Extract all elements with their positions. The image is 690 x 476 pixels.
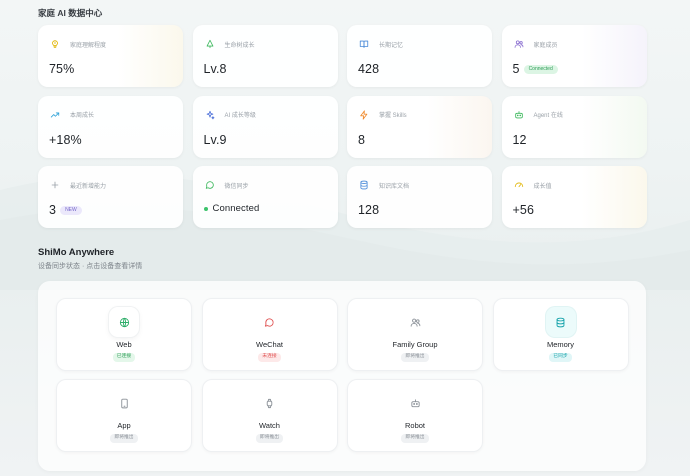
stat-label: 知识库文档 [379,183,410,190]
device-name: Robot [404,421,425,430]
robot-icon [513,109,525,121]
stat-card-weekly[interactable]: 本周成长 +18% [38,95,183,158]
stat-label: 本周成长 [70,113,95,119]
stat-card-skills[interactable]: 掌握 Skills 8 [347,95,492,158]
stat-label: Agent 在线 [533,113,563,119]
plus-icon [49,179,61,191]
globe-icon [109,307,139,337]
trend-up-icon [49,109,61,121]
phone-icon [109,388,139,418]
anywhere-title: ShiMo Anywhere [38,247,115,258]
device-status-badge: 已连接 [112,353,136,362]
stat-label: AI 成长等级 [224,113,256,119]
device-status-badge: 即将推出 [401,353,429,362]
stat-value: Lv.9 [203,132,227,147]
stat-label: 生命树成长 [224,42,255,49]
device-status-badge: 即将推出 [401,434,429,443]
book-icon [358,38,370,50]
database-icon [358,179,370,191]
device-status-badge: 已同步 [549,353,572,362]
anywhere-subtitle: 设备同步状态 · 点击设备查看详情 [38,263,143,270]
page-title: 家庭 AI 数据中心 [38,8,103,18]
sparkle-icon [204,109,216,121]
stat-value: +18% [49,132,82,147]
database-icon [545,307,576,337]
stat-card-ai-level[interactable]: AI 成长等级 Lv.9 [192,95,338,158]
stat-card-growth[interactable]: 生命树成长 Lv.8 [192,25,338,87]
device-status-badge: 即将推出 [110,434,138,443]
device-card-robot[interactable]: Robot 即将推出 [347,379,483,452]
devices-grid: Web 已连接 WeChat 未连接 Family Group 即将推出 Memory 已同步… [56,298,629,452]
gauge-icon [513,179,525,191]
chat-icon [255,307,285,337]
devices-panel: Web 已连接 WeChat 未连接 Family Group 即将推出 Memory 已同步… [38,281,646,471]
stat-label: 微信同步 [224,183,249,190]
stat-card-memory[interactable]: 长期记忆 428 [347,25,492,87]
stat-label: 最近新增能力 [70,183,107,190]
stats-grid: 家庭理解程度 75% 生命树成长 Lv.8 长期记忆 428 家庭成员 5 Connected 本… [38,25,647,228]
stat-value: 428 [358,62,380,76]
users-icon [400,307,430,337]
device-card-wechat[interactable]: WeChat 未连接 [201,298,338,371]
stat-value: Connected [212,203,260,214]
stat-value: 12 [512,132,527,147]
stat-value: 8 [358,132,366,147]
stat-value: +56 [512,203,535,217]
stat-card-wechat-sync[interactable]: 微信同步 Connected [192,166,338,228]
stat-value: 75% [49,62,75,76]
stat-value: Lv.8 [203,62,227,76]
stat-card-docs[interactable]: 知识库文档 128 [347,166,492,228]
device-card-family[interactable]: Family Group 即将推出 [347,298,483,371]
stat-card-understanding[interactable]: 家庭理解程度 75% [38,25,183,87]
device-name: App [117,421,131,430]
tree-icon [204,38,216,50]
device-name: Memory [546,340,575,349]
lightbulb-icon [49,38,61,50]
device-card-app[interactable]: App 即将推出 [56,379,192,452]
device-name: Watch [259,421,280,430]
stat-label: 成长值 [533,183,552,190]
stat-value: 128 [358,203,380,217]
users-icon [513,38,525,50]
status-dot [203,206,208,211]
stat-label: 掌握 Skills [379,113,407,119]
watch-icon [255,388,285,418]
stat-card-agent[interactable]: Agent 在线 12 [501,95,647,158]
device-card-watch[interactable]: Watch 即将推出 [201,379,338,452]
chat-icon [204,179,216,191]
device-card-memory[interactable]: Memory 已同步 [492,298,629,371]
device-name: Web [116,340,132,349]
stat-label: 家庭成员 [533,42,558,49]
device-card-web[interactable]: Web 已连接 [56,298,192,371]
stat-label: 家庭理解程度 [70,42,107,49]
device-status-badge: 即将推出 [255,434,284,443]
stat-card-new-ability[interactable]: 最近新增能力 3 NEW [38,166,183,228]
bolt-icon [358,109,370,121]
stat-value: 5 [512,62,520,76]
device-name: WeChat [256,340,283,349]
stat-card-members[interactable]: 家庭成员 5 Connected [501,25,647,87]
stat-badge: Connected [523,64,558,74]
stat-label: 长期记忆 [379,42,404,49]
robot-icon [400,388,430,418]
stat-card-growth-value[interactable]: 成长值 +56 [501,166,647,228]
device-name: Family Group [392,340,438,349]
stat-value: 3 [49,203,57,217]
stat-badge: NEW [60,205,82,215]
device-status-badge: 未连接 [258,353,281,362]
